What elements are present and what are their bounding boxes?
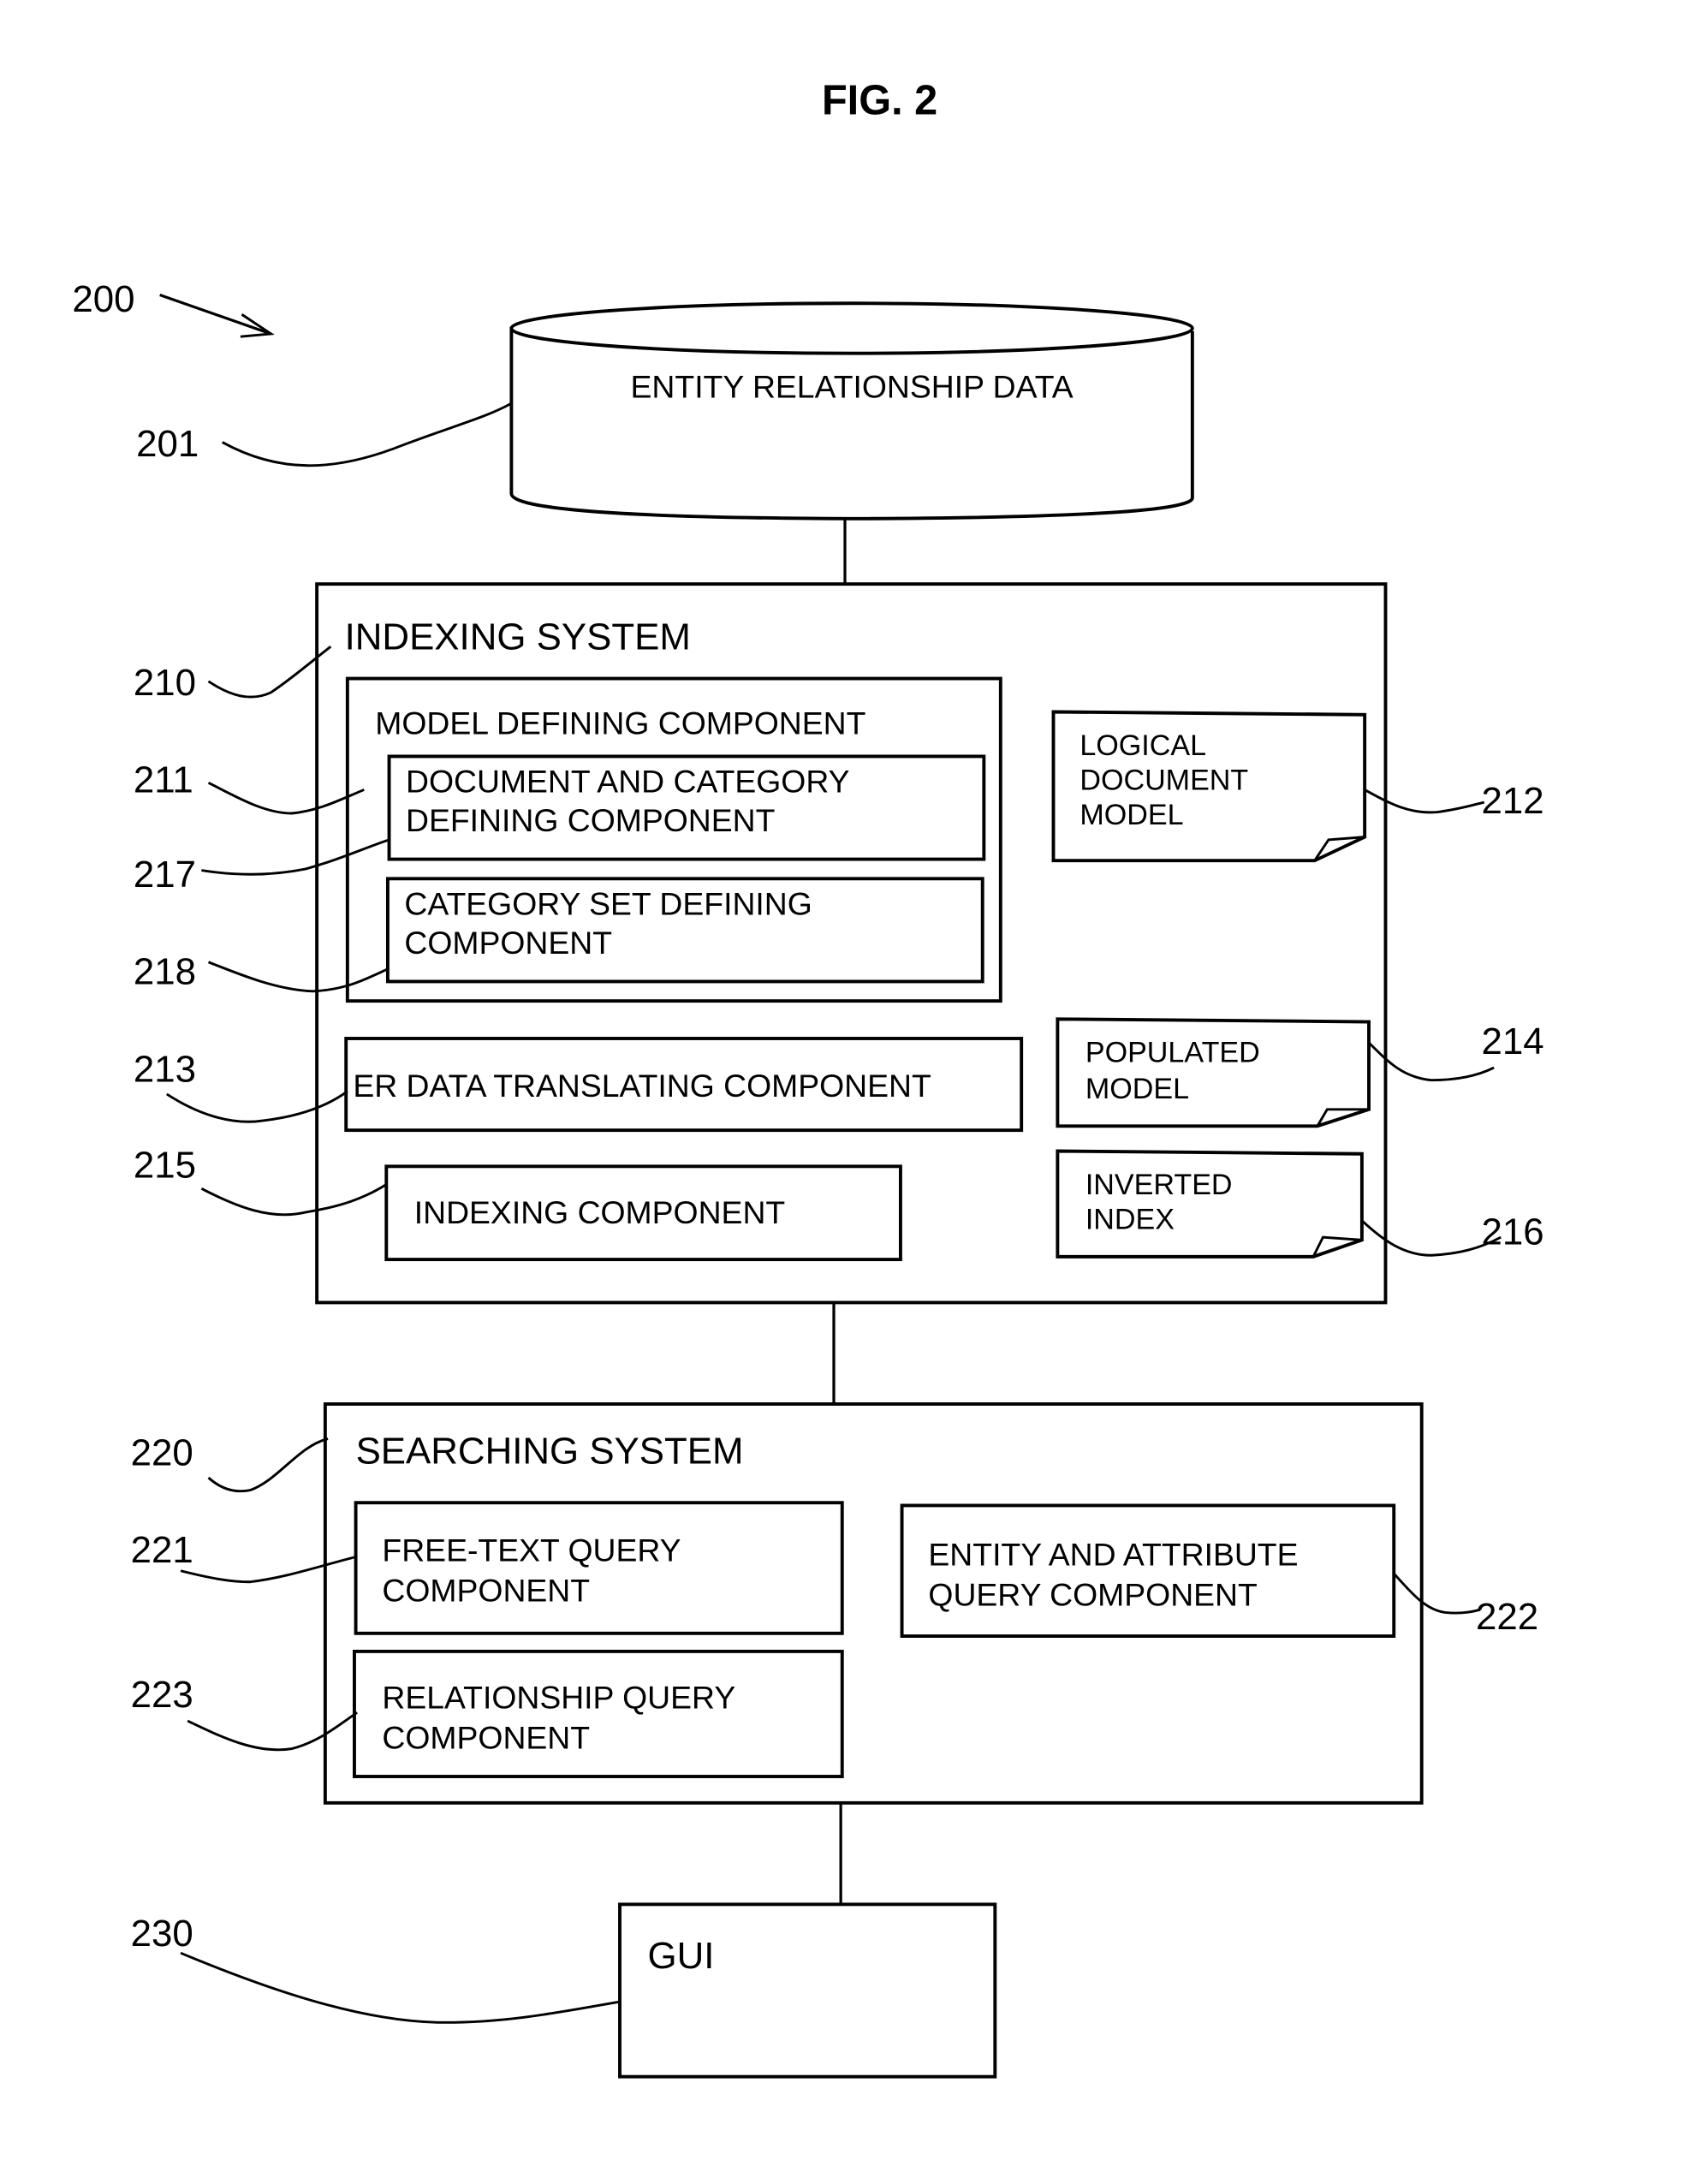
ref-223: 223: [131, 1674, 193, 1716]
logical-document-model: LOGICAL DOCUMENT MODEL: [1051, 710, 1367, 863]
entity-relationship-database: ENTITY RELATIONSHIP DATA: [509, 301, 1194, 521]
category-set-line-1: CATEGORY SET DEFINING: [404, 886, 812, 922]
searching-system-label: SEARCHING SYSTEM: [356, 1431, 744, 1473]
free-text-query-component: [354, 1501, 844, 1635]
populated-model: POPULATED MODEL: [1056, 1017, 1371, 1128]
logical-model-line-1: LOGICAL: [1079, 729, 1206, 762]
entity-attribute-line-2: QUERY COMPONENT: [928, 1576, 1257, 1612]
ref-215: 215: [134, 1144, 196, 1186]
ref-216: 216: [1482, 1211, 1544, 1253]
diagram: FIG. 2 200 ENTITY RELATIONSHIP DATA 201 …: [72, 77, 1544, 2079]
inverted-index: INVERTED INDEX: [1056, 1149, 1364, 1259]
model-defining-label: MODEL DEFINING COMPONENT: [375, 705, 865, 741]
leader-201: [222, 402, 513, 467]
indexing-system-label: INDEXING SYSTEM: [345, 616, 691, 658]
leader-214: [1367, 1041, 1495, 1082]
logical-model-line-2: DOCUMENT: [1079, 764, 1248, 796]
database-label: ENTITY RELATIONSHIP DATA: [631, 369, 1074, 405]
er-translating-label: ER DATA TRANSLATING COMPONENT: [353, 1068, 931, 1104]
ref-214: 214: [1482, 1021, 1544, 1062]
ref-221: 221: [131, 1529, 193, 1571]
gui-box: [618, 1902, 997, 2079]
document-category-line-2: DEFINING COMPONENT: [406, 802, 775, 838]
ref-210: 210: [134, 662, 196, 704]
document-category-line-1: DOCUMENT AND CATEGORY: [406, 764, 850, 800]
entity-attribute-line-1: ENTITY AND ATTRIBUTE: [928, 1536, 1298, 1572]
ref-218: 218: [134, 951, 196, 993]
leader-230: [180, 1951, 622, 2024]
ref-213: 213: [134, 1048, 196, 1090]
inverted-index-line-2: INDEX: [1085, 1203, 1175, 1235]
system-arrow-icon: [159, 293, 275, 338]
indexing-component-label: INDEXING COMPONENT: [414, 1194, 785, 1230]
leader-210: [207, 646, 332, 699]
ref-212: 212: [1482, 780, 1544, 822]
ref-200: 200: [72, 278, 134, 320]
ref-222: 222: [1476, 1596, 1538, 1638]
ref-201: 201: [136, 423, 199, 465]
leader-220: [207, 1437, 329, 1493]
ref-217: 217: [134, 854, 196, 896]
logical-model-line-3: MODEL: [1079, 799, 1183, 831]
ref-211: 211: [134, 759, 193, 801]
inverted-index-line-1: INVERTED: [1085, 1169, 1233, 1201]
populated-model-line-2: MODEL: [1085, 1073, 1189, 1105]
ref-230: 230: [131, 1913, 193, 1955]
gui-label: GUI: [647, 1935, 714, 1977]
free-text-line-2: COMPONENT: [382, 1572, 590, 1608]
relationship-line-1: RELATIONSHIP QUERY: [382, 1679, 735, 1715]
category-set-line-2: COMPONENT: [404, 925, 612, 961]
relationship-line-2: COMPONENT: [382, 1720, 590, 1756]
populated-model-line-1: POPULATED: [1085, 1037, 1260, 1069]
free-text-line-1: FREE-TEXT QUERY: [382, 1532, 681, 1568]
ref-220: 220: [131, 1431, 193, 1473]
figure-title: FIG. 2: [822, 77, 937, 123]
